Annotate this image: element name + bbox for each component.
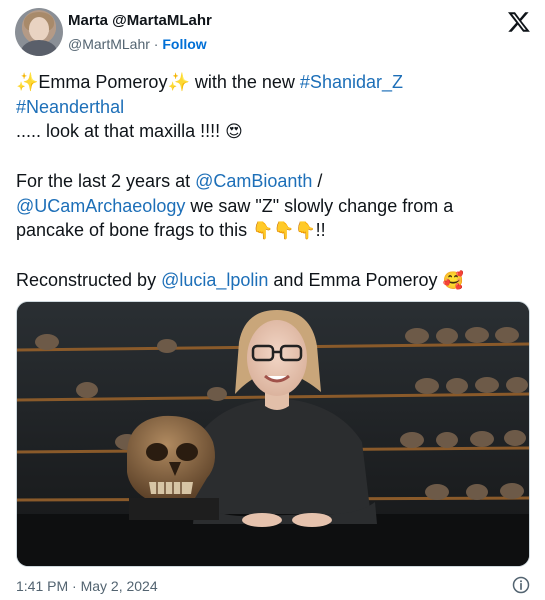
author-display-name[interactable]: Marta @MartaMLahr xyxy=(68,12,212,29)
heart-eyes-emoji: 😍 xyxy=(225,122,243,142)
person-face xyxy=(247,320,307,396)
tweet-text-segment: !! xyxy=(315,220,326,240)
neanderthal-skull xyxy=(127,415,215,498)
tweet-line-1: ✨Emma Pomeroy✨ with the new #Shanidar_Z xyxy=(16,70,531,95)
left-hand xyxy=(242,513,282,527)
avatar-body xyxy=(21,40,57,56)
tweet-line-6: pancake of bone frags to this 👇👇👇!! xyxy=(16,218,531,244)
info-icon[interactable] xyxy=(511,575,531,595)
tweet-text-segment: we saw "Z" slowly change from a xyxy=(185,195,454,216)
skull-stand xyxy=(129,498,219,520)
author-handle-row: @MartMLahr · Follow xyxy=(68,36,207,52)
tweet-line-2: #Neanderthal xyxy=(16,95,531,120)
hashtag-shanidar-z[interactable]: #Shanidar_Z xyxy=(300,72,403,92)
author-handle[interactable]: @MartMLahr xyxy=(68,36,150,52)
tweet-text: ✨Emma Pomeroy✨ with the new #Shanidar_Z … xyxy=(16,70,531,294)
tweet-text-segment: ✨Emma Pomeroy✨ with the new xyxy=(16,72,300,92)
tweet-text-segment: / xyxy=(312,171,323,191)
tweet-line-3: ..... look at that maxilla !!!! 😍 xyxy=(16,119,531,145)
mention-ucamarchaeology[interactable]: @UCamArchaeology xyxy=(16,196,185,216)
tweet-text-segment: Reconstructed by xyxy=(16,270,162,290)
handle-separator: · xyxy=(153,36,159,52)
tweet-line-7: Reconstructed by @lucia_lpolin and Emma … xyxy=(16,268,531,294)
tweet-card: Marta @MartaMLahr @MartMLahr · Follow ✨E… xyxy=(0,0,545,600)
smiling-hearts-emoji: 🥰 xyxy=(442,271,464,291)
right-hand xyxy=(292,513,332,527)
tweet-line-5: @UCamArchaeology we saw "Z" slowly chang… xyxy=(16,194,531,219)
avatar[interactable] xyxy=(15,8,63,56)
follow-link[interactable]: Follow xyxy=(162,36,206,52)
mention-lucia-lpolin[interactable]: @lucia_lpolin xyxy=(161,270,268,290)
tweet-line-4: For the last 2 years at @CamBioanth / xyxy=(16,169,531,194)
pointing-down-emojis: 👇👇👇 xyxy=(252,221,316,241)
person-smile xyxy=(264,374,290,383)
photo-illustration xyxy=(17,302,529,566)
x-logo-icon[interactable] xyxy=(507,10,531,34)
tweet-timestamp[interactable]: 1:41 PM · May 2, 2024 xyxy=(16,578,158,594)
tweet-text-segment: For the last 2 years at xyxy=(16,171,196,191)
tweet-text-segment: ..... look at that maxilla !!!! xyxy=(16,121,226,141)
mention-cambioanth[interactable]: @CamBioanth xyxy=(195,171,312,191)
tweet-photo[interactable] xyxy=(16,301,530,567)
hashtag-neanderthal[interactable]: #Neanderthal xyxy=(16,97,124,117)
avatar-face xyxy=(29,17,49,41)
tweet-text-segment: pancake of bone frags to this xyxy=(16,220,253,240)
tweet-text-segment: and Emma Pomeroy xyxy=(268,270,443,290)
